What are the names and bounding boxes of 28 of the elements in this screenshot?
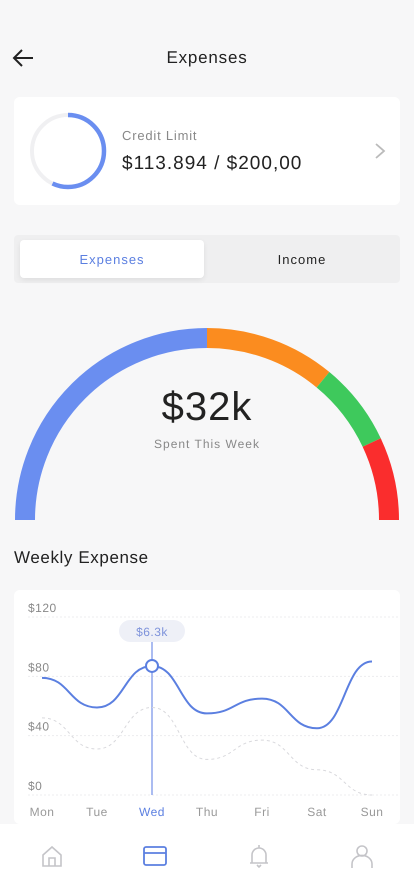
data-point [145, 658, 159, 673]
credit-label: Credit Limit [122, 128, 198, 142]
day-label: Sat [307, 805, 327, 819]
section-title: Weekly Expense [14, 548, 150, 569]
card-icon [143, 844, 168, 868]
value-tooltip [119, 620, 185, 642]
day-label: Tue [86, 805, 108, 819]
chevron-right-icon [374, 142, 386, 160]
axis-label: $0 [28, 779, 42, 793]
user-icon [350, 844, 374, 868]
credit-card[interactable]: Credit Limit $113.894 / $200,00 [14, 97, 400, 205]
axis-label: $80 [28, 660, 50, 674]
axis-label: $40 [28, 720, 50, 734]
tooltip-value: $6.3k [136, 625, 168, 639]
day-label: Fri [254, 805, 270, 819]
day-label: Thu [196, 805, 218, 819]
spent-caption: Spent This Week [154, 437, 260, 451]
tab[interactable]: Income [210, 240, 394, 278]
day-label: Wed [139, 805, 165, 819]
back-arrow-icon[interactable] [12, 48, 34, 68]
tab[interactable]: Expenses [20, 240, 204, 278]
spent-amount: $32k [162, 385, 252, 429]
credit-amount: $113.894 / $200,00 [122, 152, 304, 174]
axis-label: $120 [28, 601, 57, 615]
day-label: Sun [360, 805, 384, 819]
page-title: Expenses [166, 48, 248, 68]
day-label: Mon [30, 805, 54, 819]
home-icon [40, 844, 64, 868]
